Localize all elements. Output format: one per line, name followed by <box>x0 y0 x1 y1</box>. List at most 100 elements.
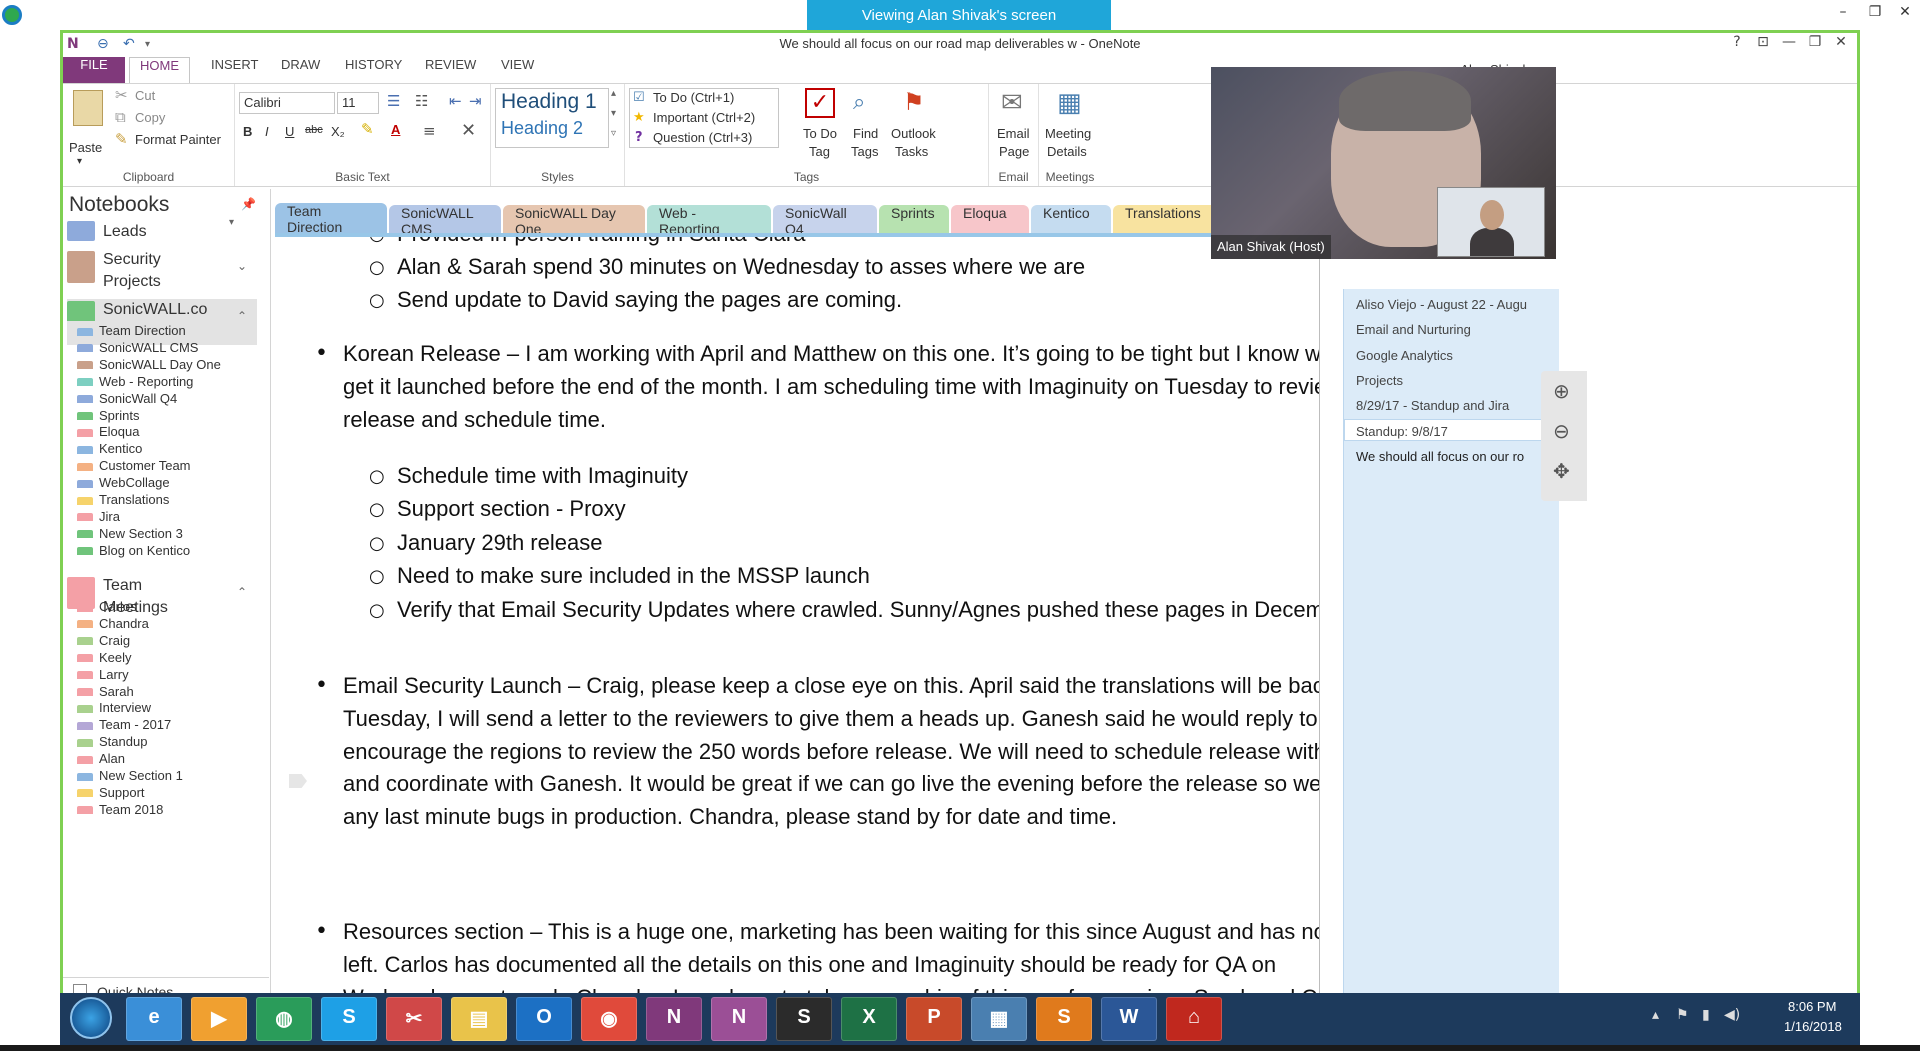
highlight-icon[interactable]: ✎ <box>361 120 374 138</box>
taskbar-ie-button[interactable]: e <box>126 997 182 1041</box>
strikethrough-button[interactable]: abc <box>305 124 323 136</box>
clear-formatting-icon[interactable]: ✕ <box>461 120 476 141</box>
taskbar-app-s-button[interactable]: S <box>776 997 832 1041</box>
start-button[interactable] <box>70 997 112 1039</box>
expand-icon[interactable]: ⌄ <box>237 259 247 273</box>
share-minimize-button[interactable]: – <box>1830 4 1856 20</box>
section-tab[interactable]: Eloqua <box>951 205 1029 233</box>
notebook-security-projects[interactable]: Security Projects ⌄ <box>67 249 257 295</box>
paragraph-line[interactable]: encourage the regions to review the 250 … <box>343 739 1319 765</box>
taskbar-onenote2-button[interactable]: N <box>711 997 767 1041</box>
paragraph-line[interactable]: Korean Release – I am working with April… <box>343 341 1319 367</box>
sub-bullet-text[interactable]: Need to make sure included in the MSSP l… <box>397 563 870 589</box>
section-tab[interactable]: Kentico <box>1031 205 1111 233</box>
taskbar-app-s3-button[interactable]: S <box>1036 997 1092 1041</box>
paragraph-line[interactable]: any last minute bugs in production. Chan… <box>343 804 1117 830</box>
styles-scroll-up-icon[interactable]: ▴ <box>611 88 616 99</box>
taskbar-globe-button[interactable]: ◍ <box>256 997 312 1041</box>
notebook-leads[interactable]: Leads <box>67 221 257 245</box>
close-button[interactable]: ✕ <box>1829 34 1853 50</box>
section-tab[interactable]: Translations <box>1113 205 1219 233</box>
restore-button[interactable]: ❐ <box>1803 34 1827 50</box>
paragraph-line[interactable]: and coordinate with Ganesh. It would be … <box>343 771 1319 797</box>
meeting-details-label-2[interactable]: Details <box>1047 144 1087 159</box>
font-name-box[interactable]: Calibri <box>239 92 335 114</box>
outlook-tasks-label-2[interactable]: Tasks <box>895 144 928 159</box>
page-item-current[interactable]: We should all focus on our ro <box>1356 449 1552 464</box>
paragraph-handle-icon[interactable] <box>289 774 307 788</box>
section-item[interactable]: Blog on Kentico <box>77 541 190 561</box>
page-item[interactable]: Projects <box>1356 373 1552 388</box>
battery-icon[interactable]: ▮ <box>1702 1007 1710 1023</box>
bullets-icon[interactable]: ☰ <box>387 92 400 110</box>
styles-scroll-down-icon[interactable]: ▾ <box>611 108 616 119</box>
volume-icon[interactable]: ◀) <box>1724 1007 1740 1023</box>
find-tags-label-1[interactable]: Find <box>853 126 878 141</box>
section-tab[interactable]: Web - Reporting <box>647 205 771 237</box>
self-video[interactable] <box>1437 187 1545 257</box>
subscript-button[interactable]: X₂ <box>331 124 345 139</box>
paragraph-line[interactable]: release and schedule time. <box>343 407 606 433</box>
pin-icon[interactable]: 📌 <box>241 197 256 211</box>
paste-button[interactable]: Paste <box>69 140 102 155</box>
clock-time[interactable]: 8:06 PM <box>1788 999 1836 1014</box>
zoom-in-icon[interactable]: ⊕ <box>1553 379 1570 403</box>
tab-history[interactable]: HISTORY <box>335 57 412 83</box>
viewing-banner[interactable]: Viewing Alan Shivak's screen <box>807 0 1111 32</box>
find-tags-icon[interactable]: ⌕ <box>853 90 865 115</box>
taskbar-excel-button[interactable]: X <box>841 997 897 1041</box>
find-tags-label-2[interactable]: Tags <box>851 144 878 159</box>
page-item[interactable]: 8/29/17 - Standup and Jira <box>1356 398 1552 413</box>
taskbar-word-button[interactable]: W <box>1101 997 1157 1041</box>
meeting-details-icon[interactable]: ▦ <box>1057 88 1082 118</box>
tab-review[interactable]: REVIEW <box>415 57 486 83</box>
paragraph-line[interactable]: Resources section – This is a huge one, … <box>343 919 1319 945</box>
section-tab[interactable]: SonicWall Q4 <box>773 205 877 237</box>
action-center-flag-icon[interactable]: ⚑ <box>1676 1007 1689 1023</box>
taskbar-onenote-button[interactable]: N <box>646 997 702 1041</box>
email-page-icon[interactable]: ✉ <box>1001 88 1023 118</box>
tab-file[interactable]: FILE <box>63 57 125 83</box>
ribbon-display-button[interactable]: ⊡ <box>1751 34 1775 50</box>
meeting-details-label-1[interactable]: Meeting <box>1045 126 1091 141</box>
font-size-box[interactable]: 11 <box>337 92 379 114</box>
paragraph-line[interactable]: left. Carlos has documented all the deta… <box>343 952 1276 978</box>
tab-insert[interactable]: INSERT <box>201 57 268 83</box>
style-heading-1[interactable]: Heading 1 <box>501 90 597 114</box>
underline-button[interactable]: U <box>285 124 294 139</box>
bold-button[interactable]: B <box>243 124 252 139</box>
paste-icon[interactable] <box>73 90 103 126</box>
sub-bullet-text[interactable]: Support section - Proxy <box>397 496 626 522</box>
section-item[interactable]: Team 2018 <box>77 800 163 820</box>
notebooks-header[interactable]: Notebooks <box>69 193 169 217</box>
taskbar-skype-button[interactable]: S <box>321 997 377 1041</box>
section-tab-active[interactable]: Team Direction <box>275 203 387 235</box>
indent-icon[interactable]: ⇥ <box>469 92 482 110</box>
italic-button[interactable]: I <box>265 124 269 139</box>
tag-todo[interactable]: To Do (Ctrl+1) <box>653 90 734 105</box>
outlook-tasks-label-1[interactable]: Outlook <box>891 126 936 141</box>
font-color-button[interactable]: A <box>391 122 400 137</box>
pan-move-icon[interactable]: ✥ <box>1553 459 1570 483</box>
sub-bullet-text[interactable]: Alan & Sarah spend 30 minutes on Wednesd… <box>397 254 1085 280</box>
tab-draw[interactable]: DRAW <box>271 57 330 83</box>
sub-bullet-text[interactable]: Schedule time with Imaginuity <box>397 463 688 489</box>
email-page-label-1[interactable]: Email <box>997 126 1030 141</box>
section-tab[interactable]: Sprints <box>879 205 949 233</box>
taskbar-pdf-button[interactable]: ⌂ <box>1166 997 1222 1041</box>
sub-bullet-text[interactable]: Send update to David saying the pages ar… <box>397 287 902 313</box>
todo-tag-label-1[interactable]: To Do <box>803 126 837 141</box>
taskbar-explorer-button[interactable]: ▤ <box>451 997 507 1041</box>
help-button[interactable]: ? <box>1725 34 1749 50</box>
page-item[interactable]: Aliso Viejo - August 22 - Augu <box>1356 297 1552 312</box>
sub-bullet-text[interactable]: Verify that Email Security Updates where… <box>397 597 1319 623</box>
tag-important[interactable]: Important (Ctrl+2) <box>653 110 755 125</box>
tag-question[interactable]: Question (Ctrl+3) <box>653 130 752 145</box>
taskbar-snip-button[interactable]: ✂ <box>386 997 442 1041</box>
styles-more-icon[interactable]: ▿ <box>611 128 616 139</box>
outdent-icon[interactable]: ⇤ <box>449 92 462 110</box>
page-item[interactable]: Email and Nurturing <box>1356 322 1552 337</box>
taskbar-powerpoint-button[interactable]: P <box>906 997 962 1041</box>
paragraph-line[interactable]: get it launched before the end of the mo… <box>343 374 1319 400</box>
zoom-out-icon[interactable]: ⊖ <box>1553 419 1570 443</box>
